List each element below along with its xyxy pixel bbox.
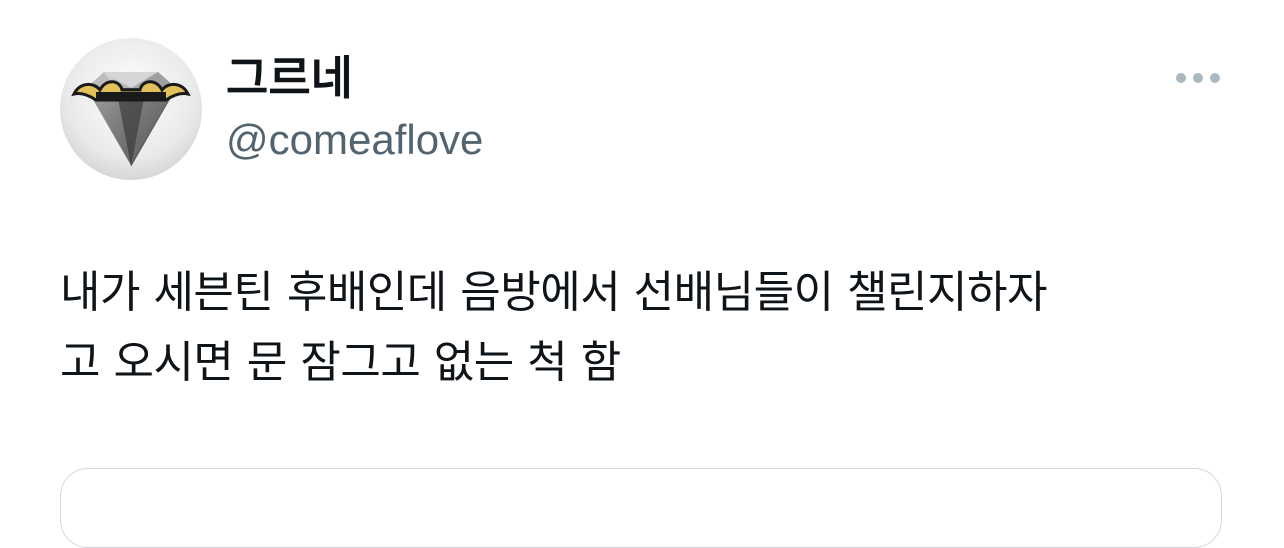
author-display-name[interactable]: 그르네 [226,50,353,106]
more-horizontal-icon [1176,73,1220,83]
author-avatar[interactable] [60,38,202,180]
media-card[interactable] [60,468,1222,548]
diamond-avatar-icon [60,38,202,180]
tweet-text-line: 고 오시면 문 잠그고 없는 척 함 [60,337,621,388]
tweet-text-line: 내가 세븐틴 후배인데 음방에서 선배님들이 챌린지하자 [60,267,1047,318]
more-options-button[interactable] [1164,56,1232,100]
author-handle[interactable]: @comeaflove [226,115,483,165]
tweet-text: 내가 세븐틴 후배인데 음방에서 선배님들이 챌린지하자 고 오시면 문 잠그고… [60,258,1230,398]
